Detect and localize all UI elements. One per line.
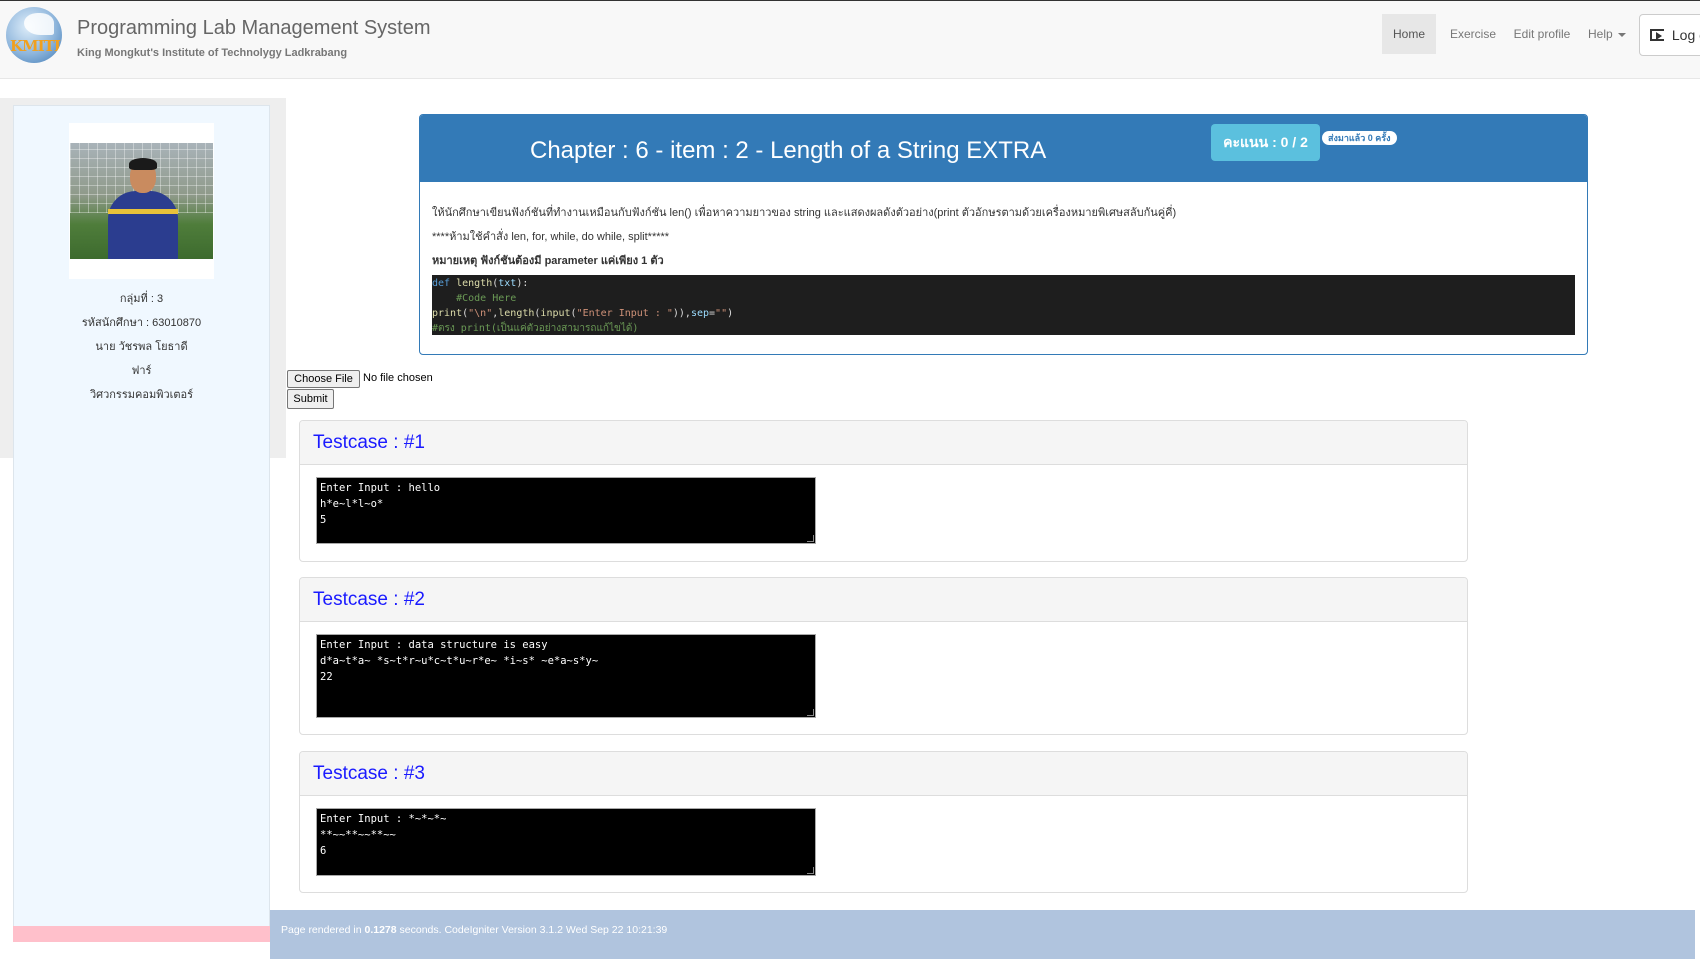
textarea-resize-handle[interactable] bbox=[807, 535, 814, 542]
logo-wing-shape bbox=[24, 13, 54, 35]
testcase-panel-2: Testcase : #2 Enter Input : data structu… bbox=[299, 577, 1468, 735]
footer-suffix: seconds. CodeIgniter Version 3.1.2 Wed S… bbox=[396, 924, 668, 936]
code-template: def length(txt): #Code Here print("\n",l… bbox=[432, 275, 1575, 335]
profile-photo bbox=[70, 143, 213, 259]
nav-edit-profile[interactable]: Edit profile bbox=[1508, 14, 1576, 54]
caret-down-icon bbox=[1618, 32, 1627, 37]
code-sep-kw: sep bbox=[690, 308, 710, 319]
code-comment-1: #Code Here bbox=[456, 293, 517, 304]
testcase-heading: Testcase : #3 bbox=[300, 752, 1467, 796]
profile-nickname: ฟาร์ bbox=[131, 365, 152, 377]
nav-home[interactable]: Home bbox=[1382, 14, 1436, 54]
logout-label: Log out bbox=[1671, 27, 1700, 43]
problem-panel-heading: Chapter : 6 - item : 2 - Length of a Str… bbox=[420, 115, 1587, 182]
choose-file-button[interactable]: Choose File bbox=[287, 370, 360, 388]
app-title[interactable]: Programming Lab Management System bbox=[77, 17, 431, 40]
footer-prefix: Page rendered in bbox=[281, 924, 365, 936]
submit-button[interactable]: Submit bbox=[287, 389, 334, 409]
top-navbar: KMITL Programming Lab Management System … bbox=[0, 1, 1700, 79]
code-param: txt bbox=[498, 278, 517, 289]
testcase-heading: Testcase : #1 bbox=[300, 421, 1467, 465]
textarea-resize-handle[interactable] bbox=[807, 709, 814, 716]
testcase-title: Testcase : #2 bbox=[313, 589, 425, 610]
problem-note: หมายเหตุ ฟังก์ชันต้องมี parameter แค่เพี… bbox=[432, 255, 664, 267]
app-subtitle: King Mongkut's Institute of Technolygy L… bbox=[77, 47, 348, 59]
footer-render-info: Page rendered in 0.1278 seconds. CodeIgn… bbox=[281, 924, 667, 936]
profile-group: กลุ่มที่ : 3 bbox=[119, 293, 164, 305]
sign-out-icon bbox=[1650, 29, 1664, 41]
code-input-fn: input bbox=[540, 308, 571, 319]
submission-count-badge: ส่งมาแล้ว 0 ครั้ง bbox=[1322, 131, 1397, 145]
sidebar-bottom-bar bbox=[13, 926, 270, 942]
testcase-output[interactable]: Enter Input : *~*~*~ **~~**~~**~~ 6 bbox=[316, 808, 816, 876]
kmitl-logo[interactable]: KMITL bbox=[6, 7, 62, 63]
logo-text: KMITL bbox=[10, 37, 62, 55]
photo-shirt bbox=[108, 191, 178, 259]
code-function-name: length bbox=[456, 278, 493, 289]
photo-hair bbox=[129, 158, 157, 170]
photo-shirt-stripe bbox=[108, 209, 178, 214]
profile-department: วิศวกรรมคอมพิวเตอร์ bbox=[89, 389, 194, 401]
problem-description: ให้นักศึกษาเขียนฟังก์ชันที่ทำงานเหมือนกั… bbox=[432, 207, 1177, 219]
profile-name: นาย วัชรพล โยธาดี bbox=[95, 341, 188, 353]
code-empty-str: "" bbox=[715, 308, 728, 319]
testcase-title: Testcase : #1 bbox=[313, 432, 425, 453]
testcase-heading: Testcase : #2 bbox=[300, 578, 1467, 622]
code-comment-2: #ตรง print(เป็นแค่ตัวอย่างสามารถแก้ไขได้… bbox=[432, 323, 639, 334]
code-print-fn: print bbox=[432, 308, 463, 319]
textarea-resize-handle[interactable] bbox=[807, 867, 814, 874]
testcase-panel-1: Testcase : #1 Enter Input : hello h*e~l*… bbox=[299, 420, 1468, 562]
problem-panel: Chapter : 6 - item : 2 - Length of a Str… bbox=[419, 114, 1588, 355]
nav-exercise[interactable]: Exercise bbox=[1443, 14, 1503, 54]
profile-student-id: รหัสนักศึกษา : 63010870 bbox=[81, 317, 202, 329]
problem-restriction: ****ห้ามใช้คำสั่ง len, for, while, do wh… bbox=[432, 231, 670, 243]
testcase-output[interactable]: Enter Input : hello h*e~l*l~o* 5 bbox=[316, 477, 816, 544]
code-prompt-str: "Enter Input : " bbox=[576, 308, 673, 319]
testcase-panel-3: Testcase : #3 Enter Input : *~*~*~ **~~*… bbox=[299, 751, 1468, 893]
testcase-title: Testcase : #3 bbox=[313, 763, 425, 784]
footer-render-time: 0.1278 bbox=[364, 924, 397, 936]
problem-title: Chapter : 6 - item : 2 - Length of a Str… bbox=[530, 137, 1047, 164]
score-badge: คะแนน : 0 / 2 bbox=[1211, 124, 1320, 161]
code-def-keyword: def bbox=[432, 278, 451, 289]
logout-button[interactable]: Log out bbox=[1639, 14, 1700, 56]
code-newline-str: "\n" bbox=[468, 308, 493, 319]
testcase-output[interactable]: Enter Input : data structure is easy d*a… bbox=[316, 634, 816, 718]
code-length-call: length bbox=[498, 308, 535, 319]
nav-help-dropdown[interactable]: Help bbox=[1585, 14, 1629, 54]
nav-help-label: Help bbox=[1587, 27, 1613, 41]
page-footer: Page rendered in 0.1278 seconds. CodeIgn… bbox=[270, 910, 1695, 959]
file-status-label: No file chosen bbox=[363, 372, 433, 384]
